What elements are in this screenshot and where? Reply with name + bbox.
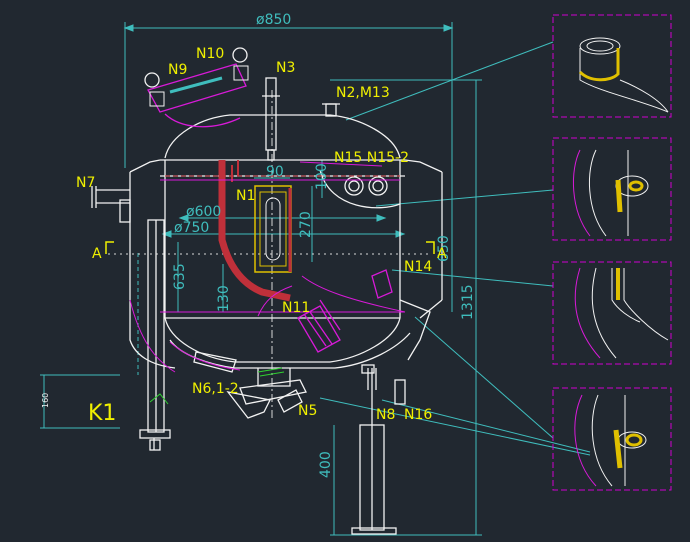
dim-inner-dia: ø600 <box>186 204 221 220</box>
dim-left-elev: 635 <box>172 263 188 290</box>
drawing-background <box>0 0 690 542</box>
dim-manhole-width: 90 <box>266 164 284 180</box>
dim-left-elev2: 130 <box>216 285 232 312</box>
dim-overall-width: ø850 <box>256 12 291 28</box>
label-n9: N9 <box>168 62 187 78</box>
label-k1: K1 <box>88 401 116 426</box>
label-section-a-left: A <box>92 246 102 262</box>
dim-manhole-height: 270 <box>298 211 314 238</box>
label-n10: N10 <box>196 46 224 62</box>
label-n3: N3 <box>276 60 295 76</box>
dim-small-left: 160 <box>41 393 50 408</box>
label-n7: N7 <box>76 175 95 191</box>
dim-outer-dia: ø750 <box>174 220 209 236</box>
label-n6: N6,1-2 <box>192 381 239 397</box>
label-section-a-right: A <box>437 246 447 262</box>
label-n2: N2,M13 <box>336 85 390 101</box>
label-n8: N8 <box>376 407 395 423</box>
cad-drawing: ø850 ø600 ø750 90 1315 650 270 100 635 1… <box>0 0 690 542</box>
label-n16: N16 <box>404 407 432 423</box>
label-n11: N11 <box>282 300 310 316</box>
label-n14: N14 <box>404 259 432 275</box>
dim-body-height: 1315 <box>460 284 476 320</box>
dim-top-offset: 100 <box>314 163 330 190</box>
label-n1: N1 <box>236 188 255 204</box>
label-n15: N15 N15-2 <box>334 150 409 166</box>
label-n5: N5 <box>298 403 317 419</box>
dim-leg-height: 400 <box>318 451 334 478</box>
